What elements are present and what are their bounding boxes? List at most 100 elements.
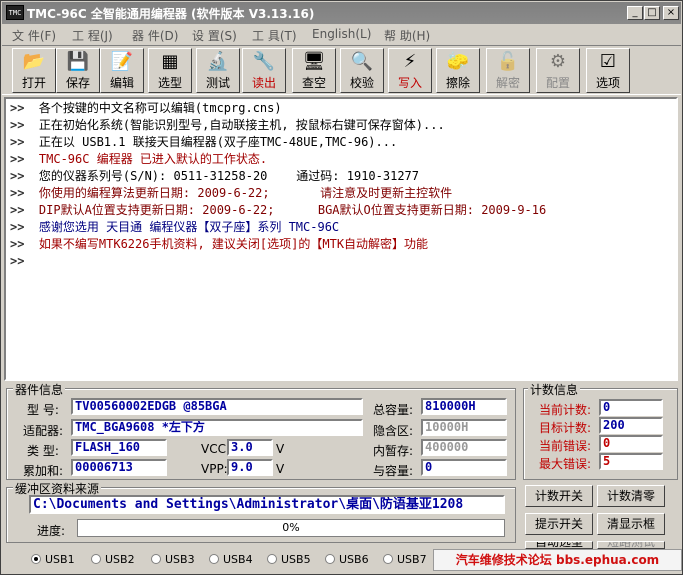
radio-indicator bbox=[31, 554, 41, 564]
log-text: 如果不编写MTK6226手机资料, 建议关闭[选项]的【MTK自动解密】功能 bbox=[24, 237, 429, 251]
toolbar-chip-button[interactable]: ▦ 选型 bbox=[148, 48, 192, 93]
usb-radio-usb7[interactable]: USB7 bbox=[383, 553, 427, 566]
menu-help[interactable]: 帮 助(H) bbox=[384, 27, 430, 44]
log-prompt: >> bbox=[10, 152, 25, 166]
model-label: 型 号: bbox=[27, 403, 59, 417]
test-chip-icon: 🔬 bbox=[206, 51, 230, 72]
progress-text: 0% bbox=[282, 521, 300, 534]
vcc-field: 3.0 bbox=[227, 439, 273, 456]
toolbar-read-button[interactable]: 🔧 读出 bbox=[242, 48, 286, 93]
adapter-label: 适配器: bbox=[23, 424, 64, 438]
radio-label: USB1 bbox=[45, 553, 75, 566]
radio-indicator bbox=[209, 554, 219, 564]
toolbar-label: 解密 bbox=[495, 76, 520, 90]
message-log[interactable]: >> 各个按键的中文名称可以编辑(tmcprg.cns) >> 正在初始化系统(智… bbox=[4, 97, 678, 381]
radio-label: USB4 bbox=[223, 553, 253, 566]
radio-label: USB3 bbox=[165, 553, 195, 566]
radio-indicator bbox=[91, 554, 101, 564]
forum-watermark: 汽车维修技术论坛 bbs.ephua.com bbox=[433, 549, 682, 571]
current-count-field: 0 bbox=[599, 399, 663, 416]
max-error-field[interactable]: 5 bbox=[599, 453, 663, 470]
log-line: >> 正在初始化系统(智能识别型号,自动联接主机, 按鼠标右键可保存窗体)... bbox=[10, 118, 445, 133]
max-error-label: 最大错误: bbox=[539, 457, 592, 471]
radio-label: USB2 bbox=[105, 553, 135, 566]
menu-english[interactable]: English(L) bbox=[312, 27, 371, 41]
usb-radio-usb2[interactable]: USB2 bbox=[91, 553, 135, 566]
progress-label: 进度: bbox=[37, 524, 66, 538]
toolbar-label: 打开 bbox=[21, 76, 46, 90]
buffer-path-field: C:\Documents and Settings\Administrator\… bbox=[29, 495, 505, 514]
toolbar-save-disk-button[interactable]: 💾 保存 bbox=[56, 48, 100, 93]
memory-field: 400000 bbox=[421, 439, 507, 456]
clear-display-button[interactable]: 清显示框 bbox=[597, 513, 665, 535]
app-icon[interactable]: TMC bbox=[6, 5, 24, 20]
minimize-button[interactable]: _ bbox=[627, 6, 643, 20]
vcc-label: VCC: bbox=[201, 442, 231, 456]
usb-radio-usb5[interactable]: USB5 bbox=[267, 553, 311, 566]
title-bar[interactable]: TMC TMC-96C 全智能通用编程器 (软件版本 V3.13.16) _ □… bbox=[2, 2, 681, 24]
edit-icon: 📝 bbox=[110, 51, 134, 72]
toolbar-config-button[interactable]: ⚙ 配置 bbox=[536, 48, 580, 93]
toolbar-label: 读出 bbox=[251, 76, 276, 90]
toolbar-erase-button[interactable]: 🧽 擦除 bbox=[436, 48, 480, 93]
radio-indicator bbox=[151, 554, 161, 564]
toolbar-write-lightning-button[interactable]: ⚡ 写入 bbox=[388, 48, 432, 93]
menu-file[interactable]: 文 件(F) bbox=[12, 27, 56, 44]
checksum-field: 00006713 bbox=[71, 459, 167, 476]
toolbar-verify-button[interactable]: 🔍 校验 bbox=[340, 48, 384, 93]
close-button[interactable]: × bbox=[663, 6, 679, 20]
maximize-button[interactable]: □ bbox=[644, 6, 660, 20]
log-line: >> 各个按键的中文名称可以编辑(tmcprg.cns) bbox=[10, 101, 282, 116]
log-prompt: >> bbox=[10, 203, 25, 217]
radio-indicator bbox=[383, 554, 393, 564]
toolbar-test-chip-button[interactable]: 🔬 测试 bbox=[196, 48, 240, 93]
menu-device[interactable]: 器 件(D) bbox=[132, 27, 178, 44]
log-line: >> 你使用的编程算法更新日期: 2009-6-22; 请注意及时更新主控软件 bbox=[10, 186, 452, 201]
vcc-unit: V bbox=[276, 442, 285, 456]
usb-radio-usb6[interactable]: USB6 bbox=[325, 553, 369, 566]
type-label: 类 型: bbox=[27, 444, 59, 458]
auto-select-button[interactable]: 自动选型 bbox=[525, 541, 593, 549]
log-prompt: >> bbox=[10, 186, 25, 200]
menu-settings[interactable]: 设 置(S) bbox=[192, 27, 237, 44]
toolbar-label: 配置 bbox=[545, 76, 570, 90]
radio-indicator bbox=[267, 554, 277, 564]
model-field: TV00560002EDGB @85BGA bbox=[71, 398, 363, 415]
checksum-label: 累加和: bbox=[23, 464, 64, 478]
main-window: TMC TMC-96C 全智能通用编程器 (软件版本 V3.13.16) _ □… bbox=[0, 0, 683, 575]
vpp-label: VPP: bbox=[201, 462, 228, 476]
toolbar: 📂 打开 💾 保存 📝 编辑 ▦ 选型 🔬 测试 🔧 读出 🖥 查空 🔍 校验 ⚡ 写入 🧽 擦除 🔓 解密 ⚙ 配置 ☑ 选项 bbox=[2, 45, 681, 95]
current-error-field: 0 bbox=[599, 435, 663, 452]
toolbar-decrypt-button[interactable]: 🔓 解密 bbox=[486, 48, 530, 93]
count-clear-button[interactable]: 计数清零 bbox=[597, 485, 665, 507]
target-count-label: 目标计数: bbox=[539, 421, 592, 435]
count-toggle-button[interactable]: 计数开关 bbox=[525, 485, 593, 507]
usb-radio-usb1[interactable]: USB1 bbox=[31, 553, 75, 566]
toolbar-blank-check-button[interactable]: 🖥 查空 bbox=[292, 48, 336, 93]
short-test-button[interactable]: 短路测试 bbox=[597, 541, 665, 549]
window-title: TMC-96C 全智能通用编程器 (软件版本 V3.13.16) bbox=[27, 7, 315, 21]
menu-tools[interactable]: 工 具(T) bbox=[252, 27, 297, 44]
options-checklist-icon: ☑ bbox=[599, 51, 617, 72]
verify-icon: 🔍 bbox=[350, 51, 374, 72]
toolbar-options-checklist-button[interactable]: ☑ 选项 bbox=[586, 48, 630, 93]
menu-project[interactable]: 工 程(J) bbox=[72, 27, 113, 44]
log-line: >> 正在以 USB1.1 联接天目编程器(双子座TMC-48UE,TMC-96… bbox=[10, 135, 397, 150]
usb-radio-usb4[interactable]: USB4 bbox=[209, 553, 253, 566]
adapter-field: TMC_BGA9608 *左下方 bbox=[71, 419, 363, 436]
usb-radio-usb3[interactable]: USB3 bbox=[151, 553, 195, 566]
hint-toggle-button[interactable]: 提示开关 bbox=[525, 513, 593, 535]
read-icon: 🔧 bbox=[252, 51, 276, 72]
extra-capacity-label: 与容量: bbox=[373, 464, 414, 478]
toolbar-open-folder-button[interactable]: 📂 打开 bbox=[12, 48, 56, 93]
write-lightning-icon: ⚡ bbox=[403, 51, 417, 72]
chip-icon: ▦ bbox=[161, 51, 179, 72]
toolbar-edit-button[interactable]: 📝 编辑 bbox=[100, 48, 144, 93]
log-line: >> 感谢您选用 天目通 编程仪器【双子座】系列 TMC-96C bbox=[10, 220, 339, 235]
log-text: DIP默认A位置支持更新日期: 2009-6-22; BGA默认O位置支持更新日… bbox=[24, 203, 547, 217]
target-count-field[interactable]: 200 bbox=[599, 417, 663, 434]
log-prompt: >> bbox=[10, 220, 25, 234]
memory-label: 内暂存: bbox=[373, 444, 414, 458]
log-prompt: >> bbox=[10, 101, 25, 115]
log-line: >> 您的仪器系列号(S/N): 0511-31258-20 通过码: 1910… bbox=[10, 169, 419, 184]
